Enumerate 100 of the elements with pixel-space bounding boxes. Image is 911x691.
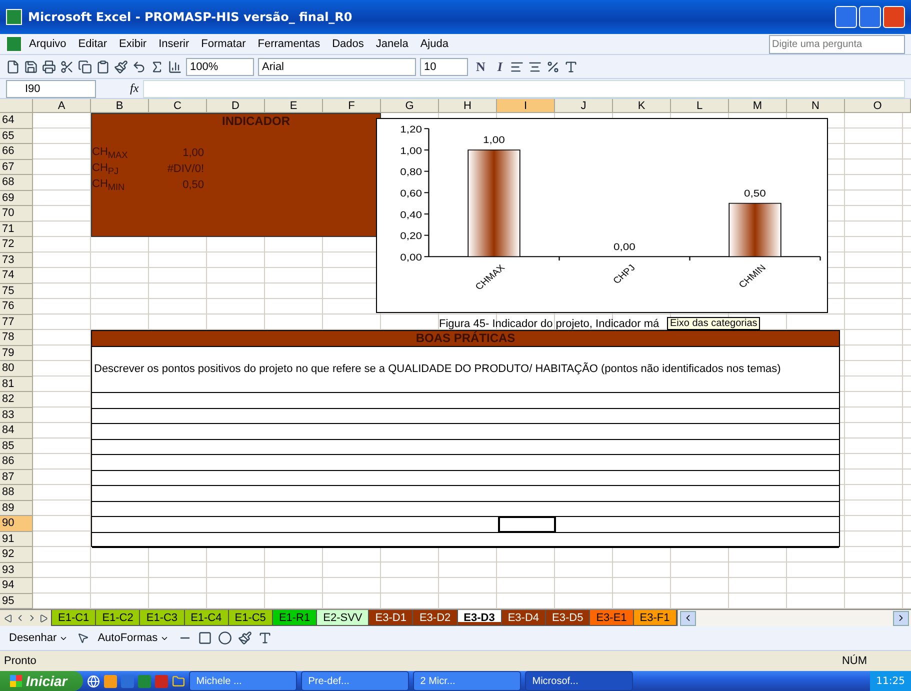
- row-header[interactable]: 76: [0, 299, 33, 314]
- percent-icon[interactable]: [546, 60, 560, 74]
- column-header[interactable]: H: [439, 99, 497, 113]
- column-header[interactable]: L: [671, 99, 729, 113]
- horizontal-scrollbar[interactable]: [676, 610, 911, 626]
- row-header[interactable]: 77: [0, 314, 33, 330]
- row-header[interactable]: 74: [0, 268, 33, 284]
- sheet-tab[interactable]: E3-D5: [545, 610, 590, 626]
- row-header[interactable]: 67: [0, 160, 33, 175]
- row-header[interactable]: 64: [0, 113, 33, 128]
- row-header[interactable]: 81: [0, 376, 33, 392]
- row-header[interactable]: 90: [0, 516, 33, 532]
- menu-item[interactable]: Exibir: [114, 38, 152, 50]
- align-left-icon[interactable]: [510, 60, 524, 74]
- column-header[interactable]: M: [729, 99, 787, 113]
- row-header[interactable]: 95: [0, 594, 33, 609]
- scroll-left-icon[interactable]: [680, 610, 696, 626]
- sheet-tab[interactable]: E1-C1: [51, 610, 96, 626]
- sheet-tab[interactable]: E3-E1: [589, 610, 634, 626]
- taskbar-button[interactable]: Microsof...: [525, 671, 634, 691]
- oval-icon[interactable]: [218, 631, 232, 645]
- column-header[interactable]: G: [381, 99, 439, 113]
- sheet-tab[interactable]: E1-C3: [139, 610, 185, 626]
- zoom-dropdown[interactable]: 100%: [186, 58, 254, 76]
- row-header[interactable]: 82: [0, 392, 33, 408]
- row-header[interactable]: 86: [0, 454, 33, 470]
- sheet-tab[interactable]: E3-F1: [632, 610, 677, 626]
- print-icon[interactable]: [42, 60, 56, 74]
- sheet-tab[interactable]: E3-D1: [368, 610, 414, 626]
- column-header[interactable]: E: [265, 99, 323, 113]
- close-button[interactable]: [883, 6, 905, 28]
- sheet-tab[interactable]: E2-SVV: [316, 610, 370, 626]
- sheet-icon[interactable]: [6, 36, 22, 52]
- taskbar-button[interactable]: 2 Micr...: [413, 671, 522, 691]
- row-header[interactable]: 79: [0, 346, 33, 361]
- sheet-tab[interactable]: E3-D2: [412, 610, 458, 626]
- font-size-dropdown[interactable]: 10: [420, 58, 468, 76]
- column-header[interactable]: O: [845, 99, 911, 113]
- align-center-icon[interactable]: [528, 60, 542, 74]
- menu-item[interactable]: Ajuda: [415, 38, 454, 50]
- row-header[interactable]: 85: [0, 438, 33, 454]
- row-header[interactable]: 91: [0, 532, 33, 547]
- row-header[interactable]: 84: [0, 423, 33, 438]
- start-button[interactable]: Iniciar: [0, 671, 84, 691]
- row-header[interactable]: 88: [0, 485, 33, 500]
- save-icon[interactable]: [24, 60, 38, 74]
- autoshapes-menu-button[interactable]: AutoFormas: [94, 632, 172, 644]
- sheet-tab[interactable]: E1-C2: [95, 610, 140, 626]
- row-header[interactable]: 72: [0, 237, 33, 252]
- browser-icon[interactable]: [87, 674, 100, 688]
- row-header[interactable]: 71: [0, 222, 33, 237]
- column-header[interactable]: F: [323, 99, 381, 113]
- draw-menu-button[interactable]: Desenhar: [6, 632, 71, 644]
- menu-item[interactable]: Editar: [73, 38, 112, 50]
- scroll-right-icon[interactable]: [893, 610, 909, 626]
- paste-icon[interactable]: [96, 60, 110, 74]
- row-header[interactable]: 92: [0, 547, 33, 562]
- brush-icon[interactable]: [114, 60, 128, 74]
- row-header[interactable]: 75: [0, 284, 33, 299]
- function-label[interactable]: fx: [130, 81, 139, 96]
- sheet-tab[interactable]: E1-R1: [272, 610, 318, 626]
- cut-icon[interactable]: [60, 60, 74, 74]
- row-header[interactable]: 87: [0, 470, 33, 485]
- menu-item[interactable]: Ferramentas: [252, 38, 326, 50]
- sheet-tab[interactable]: E3-D3: [456, 610, 502, 626]
- row-header[interactable]: 68: [0, 175, 33, 190]
- taskbar-button[interactable]: Pre-def...: [301, 671, 410, 691]
- row-header[interactable]: 89: [0, 500, 33, 516]
- row-header[interactable]: 78: [0, 330, 33, 346]
- row-header[interactable]: 66: [0, 144, 33, 160]
- minimize-button[interactable]: [835, 6, 857, 28]
- menu-item[interactable]: Formatar: [196, 38, 251, 50]
- last-sheet-icon[interactable]: [39, 614, 48, 622]
- pointer-icon[interactable]: [76, 632, 89, 644]
- formula-field[interactable]: [142, 80, 905, 98]
- undo-icon[interactable]: [132, 60, 146, 74]
- menu-item[interactable]: Dados: [327, 38, 369, 50]
- row-header[interactable]: 69: [0, 190, 33, 206]
- column-header[interactable]: I: [497, 99, 555, 113]
- new-icon[interactable]: [6, 60, 20, 74]
- row-header[interactable]: 70: [0, 206, 33, 222]
- font-dropdown[interactable]: Arial: [258, 58, 416, 76]
- row-header[interactable]: 80: [0, 361, 33, 376]
- taskbar-button[interactable]: Michele ...: [189, 671, 298, 691]
- rectangle-icon[interactable]: [198, 631, 212, 645]
- help-search-field[interactable]: Digite uma pergunta: [769, 34, 905, 54]
- italic-button[interactable]: I: [493, 58, 506, 74]
- sum-icon[interactable]: [150, 60, 164, 74]
- row-header[interactable]: 73: [0, 252, 33, 268]
- menu-item[interactable]: Inserir: [154, 38, 194, 50]
- bold-button[interactable]: N: [472, 58, 490, 74]
- column-header[interactable]: J: [555, 99, 613, 113]
- row-header[interactable]: 93: [0, 562, 33, 578]
- first-sheet-icon[interactable]: [4, 614, 13, 622]
- column-header[interactable]: A: [33, 99, 91, 113]
- menu-item[interactable]: Arquivo: [24, 38, 72, 50]
- chart-icon[interactable]: [168, 60, 182, 74]
- column-header[interactable]: N: [787, 99, 845, 113]
- name-box[interactable]: I90: [6, 80, 96, 98]
- menu-item[interactable]: Janela: [370, 38, 414, 50]
